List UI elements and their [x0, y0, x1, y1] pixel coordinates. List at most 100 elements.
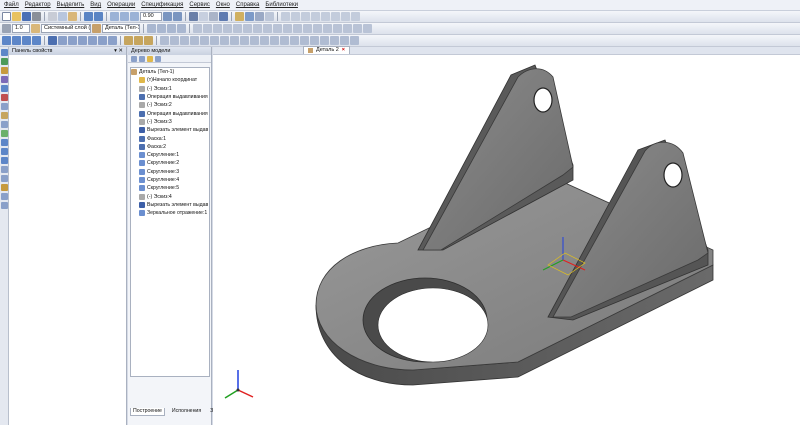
sweep-icon[interactable] [22, 36, 31, 45]
redo-icon[interactable] [94, 12, 103, 21]
tool-icon[interactable] [213, 24, 222, 33]
layer-field[interactable]: Системный слой (0) [41, 24, 91, 33]
tool-icon[interactable] [0, 166, 8, 173]
tab-versions[interactable]: Исполнения [170, 408, 203, 416]
tool-icon[interactable] [203, 24, 212, 33]
tool-icon[interactable] [283, 24, 292, 33]
part-icon[interactable] [92, 24, 101, 33]
zoom-field[interactable]: 0.90 [140, 12, 162, 21]
tool-icon[interactable] [363, 24, 372, 33]
cut-icon[interactable] [48, 12, 57, 21]
layer-icon[interactable] [31, 24, 40, 33]
revolve-icon[interactable] [12, 36, 21, 45]
filter-icon[interactable] [301, 12, 310, 21]
settings-icon[interactable] [2, 24, 11, 33]
shell-icon[interactable] [98, 36, 107, 45]
shaded-icon[interactable] [189, 12, 198, 21]
tool-icon[interactable] [0, 202, 8, 209]
axis-icon[interactable] [144, 36, 153, 45]
new-icon[interactable] [2, 12, 11, 21]
menu-item[interactable]: Сервис [189, 2, 210, 8]
tree-item[interactable]: Скругление:1 [131, 151, 209, 159]
tool-icon[interactable] [350, 36, 359, 45]
tool-icon[interactable] [290, 36, 299, 45]
tree-item[interactable]: Скругление:3 [131, 168, 209, 176]
tool-icon[interactable] [340, 36, 349, 45]
bracket-part-model[interactable] [213, 55, 800, 425]
print-icon[interactable] [32, 12, 41, 21]
tree-item[interactable]: (-) Эскиз:4 [131, 192, 209, 200]
tree-item[interactable]: Скругление:5 [131, 184, 209, 192]
tree-item[interactable]: (-) Эскиз:1 [131, 85, 209, 93]
tool-icon[interactable] [333, 24, 342, 33]
tool-icon[interactable] [303, 24, 312, 33]
tool-icon[interactable] [200, 36, 209, 45]
tool-icon[interactable] [270, 36, 279, 45]
tree-item[interactable]: (т)Начало координат [131, 76, 209, 84]
filter-icon[interactable] [351, 12, 360, 21]
tree-item[interactable]: Операция выдавливания [131, 93, 209, 101]
chamfer-icon[interactable] [68, 36, 77, 45]
zoom-out-icon[interactable] [130, 12, 139, 21]
tool-icon[interactable] [253, 24, 262, 33]
tree-item[interactable]: (-) Эскиз:3 [131, 118, 209, 126]
tool-icon[interactable] [0, 139, 8, 146]
tool-icon[interactable] [343, 24, 352, 33]
rib-icon[interactable] [88, 36, 97, 45]
paste-icon[interactable] [68, 12, 77, 21]
tool-icon[interactable] [233, 24, 242, 33]
open-icon[interactable] [12, 12, 21, 21]
filter-icon[interactable] [311, 12, 320, 21]
elements-icon[interactable] [0, 130, 8, 137]
view-icon[interactable] [235, 12, 244, 21]
editing-icon[interactable] [0, 58, 8, 65]
tool-icon[interactable] [323, 24, 332, 33]
menu-item[interactable]: Вид [90, 2, 101, 8]
reports-icon[interactable] [0, 121, 8, 128]
auxiliary-icon[interactable] [0, 76, 8, 83]
tree-item[interactable]: Вырезать элемент выдав [131, 201, 209, 209]
menu-item[interactable]: Выделить [57, 2, 85, 8]
grid-icon[interactable] [157, 24, 166, 33]
tool-icon[interactable] [190, 36, 199, 45]
menu-item[interactable]: Библиотеки [265, 2, 298, 8]
tool-icon[interactable] [170, 36, 179, 45]
hidden-lines-icon[interactable] [209, 12, 218, 21]
filter-icon[interactable] [341, 12, 350, 21]
perspective-icon[interactable] [219, 12, 228, 21]
tool-icon[interactable] [310, 36, 319, 45]
detail-selector[interactable]: Деталь (Тел-1) [102, 24, 140, 33]
document-tab[interactable]: Деталь 2 × [303, 46, 350, 54]
tree-item[interactable]: Скругление:2 [131, 159, 209, 167]
tree-settings-icon[interactable] [155, 55, 161, 62]
tool-icon[interactable] [320, 36, 329, 45]
tree-item[interactable]: (-) Эскиз:2 [131, 101, 209, 109]
menu-item[interactable]: Редактор [25, 2, 51, 8]
undo-icon[interactable] [84, 12, 93, 21]
local-cs-icon[interactable] [177, 24, 186, 33]
menu-item[interactable]: Окно [216, 2, 230, 8]
cut-extrude-icon[interactable] [48, 36, 57, 45]
loft-icon[interactable] [32, 36, 41, 45]
tree-item[interactable]: Фаска:2 [131, 143, 209, 151]
tool-icon[interactable] [263, 24, 272, 33]
tree-view-icon[interactable] [131, 55, 137, 62]
tool-icon[interactable] [180, 36, 189, 45]
ortho-icon[interactable] [167, 24, 176, 33]
tool-icon[interactable] [280, 36, 289, 45]
section-icon[interactable] [255, 12, 264, 21]
tool-icon[interactable] [230, 36, 239, 45]
filter-icon[interactable] [331, 12, 340, 21]
filter-icon[interactable] [291, 12, 300, 21]
tool-icon[interactable] [210, 36, 219, 45]
fillet-icon[interactable] [58, 36, 67, 45]
menu-item[interactable]: Операции [107, 2, 135, 8]
orientation-icon[interactable] [245, 12, 254, 21]
filters-icon[interactable] [0, 103, 8, 110]
tool-icon[interactable] [0, 157, 8, 164]
zoom-in-icon[interactable] [120, 12, 129, 21]
tree-sort-icon[interactable] [139, 55, 145, 62]
tool-icon[interactable] [0, 175, 8, 182]
menu-item[interactable]: Спецификация [141, 2, 183, 8]
tool-icon[interactable] [193, 24, 202, 33]
